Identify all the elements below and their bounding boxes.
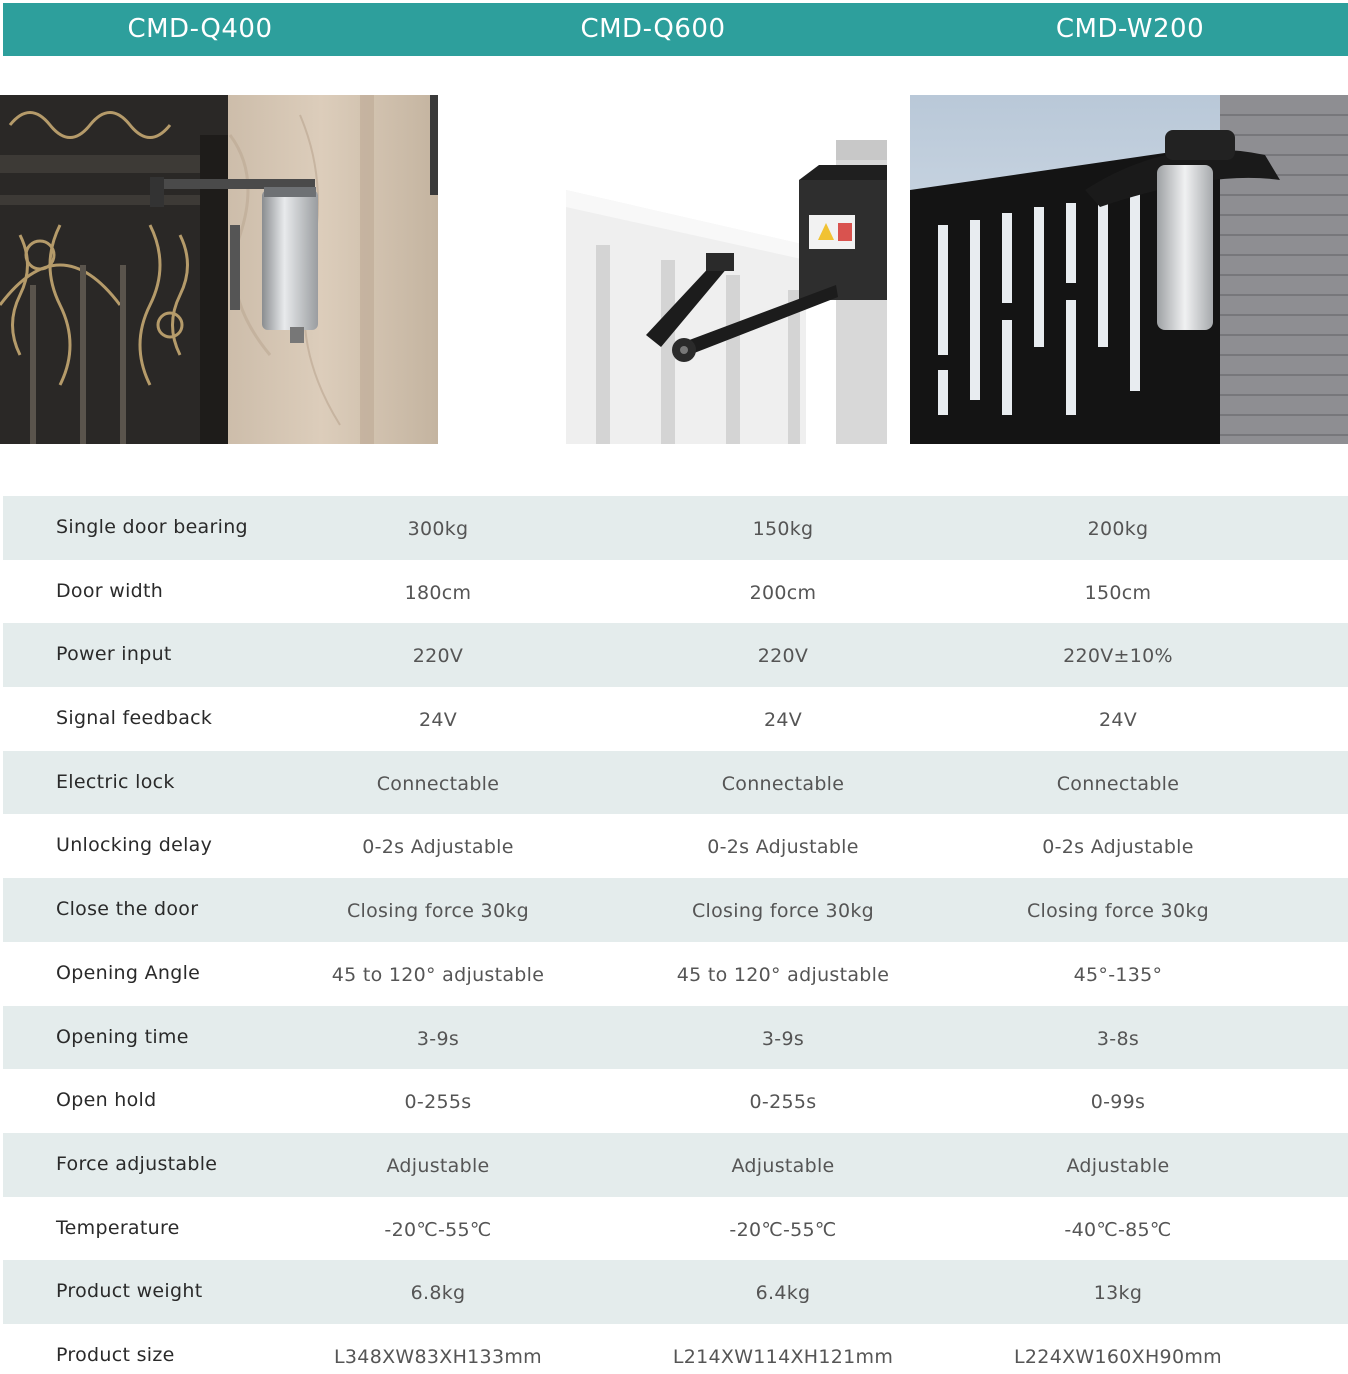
spec-value-q600: Closing force 30kg: [691, 900, 874, 923]
spec-value-q400: 0-255s: [404, 1091, 472, 1114]
spec-value-q400: 45 to 120° adjustable: [331, 963, 545, 986]
spec-value-q600: 0-255s: [749, 1091, 817, 1114]
product-image-w200: [910, 95, 1348, 444]
spec-value-q600: -20℃-55℃: [729, 1218, 837, 1241]
spec-value-q400: L348XW83XH133mm: [334, 1345, 542, 1368]
spec-value-q600: 3-9s: [761, 1027, 805, 1050]
spec-row: Opening Angle 45 to 120° adjustable 45 t…: [3, 942, 1348, 1006]
spec-value-q600: Connectable: [721, 772, 845, 795]
product-image-q400: [0, 95, 438, 444]
spec-value-q600: 150kg: [752, 518, 814, 540]
spec-value-q400: 220V: [412, 645, 464, 668]
spec-row: Unlocking delay 0-2s Adjustable 0-2s Adj…: [3, 814, 1348, 878]
model-title-q600: CMD-Q600: [580, 14, 726, 44]
spec-value-q400: 300kg: [407, 518, 469, 540]
spec-label: Door width: [56, 579, 164, 602]
spec-label: Force adjustable: [56, 1152, 218, 1175]
spec-value-w200: 150cm: [1084, 581, 1152, 604]
spec-value-w200: 24V: [1098, 709, 1138, 732]
model-header-bar: CMD-Q400 CMD-Q600 CMD-W200: [3, 3, 1348, 56]
spec-label: Signal feedback: [56, 707, 213, 730]
model-title-q400: CMD-Q400: [127, 14, 273, 44]
spec-value-w200: 200kg: [1087, 518, 1149, 540]
product-image-q600: [566, 95, 887, 444]
spec-value-q400: Adjustable: [386, 1154, 490, 1177]
spec-row: Electric lock Connectable Connectable Co…: [3, 750, 1348, 815]
spec-row: Single door bearing 300kg 150kg 200kg: [3, 496, 1348, 560]
spec-value-q400: 24V: [418, 709, 458, 732]
spec-table: Single door bearing 300kg 150kg 200kg Do…: [3, 496, 1348, 1374]
spec-value-w200: 0-99s: [1090, 1091, 1146, 1114]
spec-label: Temperature: [56, 1216, 180, 1239]
spec-value-q600: 45 to 120° adjustable: [676, 963, 890, 986]
spec-value-q600: L214XW114XH121mm: [672, 1345, 894, 1368]
spec-value-w200: 0-2s Adjustable: [1042, 836, 1194, 859]
spec-label: Power input: [56, 643, 172, 666]
spec-label: Product size: [56, 1343, 175, 1366]
spec-value-q600: 220V: [757, 645, 809, 668]
spec-value-q600: 6.4kg: [755, 1282, 811, 1305]
spec-value-w200: 220V±10%: [1063, 645, 1173, 668]
spec-label: Single door bearing: [56, 516, 248, 538]
spec-value-q400: -20℃-55℃: [384, 1218, 492, 1241]
spec-row: Product weight 6.8kg 6.4kg 13kg: [3, 1260, 1348, 1324]
spec-value-w200: -40℃-85℃: [1064, 1218, 1172, 1241]
spec-row: Power input 220V 220V 220V±10%: [3, 623, 1348, 688]
spec-row: Door width 180cm 200cm 150cm: [3, 560, 1348, 624]
spec-value-q600: 0-2s Adjustable: [707, 836, 859, 859]
spec-value-w200: 13kg: [1093, 1282, 1143, 1305]
spec-value-q600: Adjustable: [731, 1154, 835, 1177]
spec-value-q600: 24V: [763, 709, 803, 732]
spec-value-q400: 180cm: [404, 581, 472, 604]
spec-label: Electric lock: [56, 770, 175, 793]
spec-value-w200: 3-8s: [1096, 1027, 1140, 1050]
spec-value-w200: Closing force 30kg: [1026, 900, 1209, 923]
spec-row: Force adjustable Adjustable Adjustable A…: [3, 1132, 1348, 1197]
spec-value-q400: 0-2s Adjustable: [362, 836, 514, 859]
spec-row: Close the door Closing force 30kg Closin…: [3, 878, 1348, 942]
spec-label: Open hold: [56, 1089, 157, 1112]
spec-row: Product size L348XW83XH133mm L214XW114XH…: [3, 1324, 1348, 1374]
spec-label: Close the door: [56, 898, 199, 921]
spec-value-w200: Connectable: [1056, 772, 1180, 795]
spec-value-w200: Adjustable: [1066, 1154, 1170, 1177]
spec-label: Opening time: [56, 1025, 189, 1048]
spec-row: Signal feedback 24V 24V 24V: [3, 687, 1348, 751]
model-title-w200: CMD-W200: [1055, 14, 1205, 44]
spec-value-q400: 6.8kg: [410, 1282, 466, 1305]
spec-label: Unlocking delay: [56, 834, 213, 857]
spec-value-w200: L224XW160XH90mm: [1014, 1345, 1222, 1368]
spec-label: Product weight: [56, 1280, 203, 1303]
spec-value-q400: 3-9s: [416, 1027, 460, 1050]
spec-label: Opening Angle: [56, 961, 201, 984]
spec-row: Open hold 0-255s 0-255s 0-99s: [3, 1069, 1348, 1133]
spec-value-q400: Closing force 30kg: [346, 900, 529, 923]
spec-row: Opening time 3-9s 3-9s 3-8s: [3, 1005, 1348, 1070]
spec-value-q600: 200cm: [749, 581, 817, 604]
spec-row: Temperature -20℃-55℃ -20℃-55℃ -40℃-85℃: [3, 1197, 1348, 1261]
spec-value-q400: Connectable: [376, 772, 500, 795]
spec-value-w200: 45°-135°: [1073, 963, 1163, 986]
